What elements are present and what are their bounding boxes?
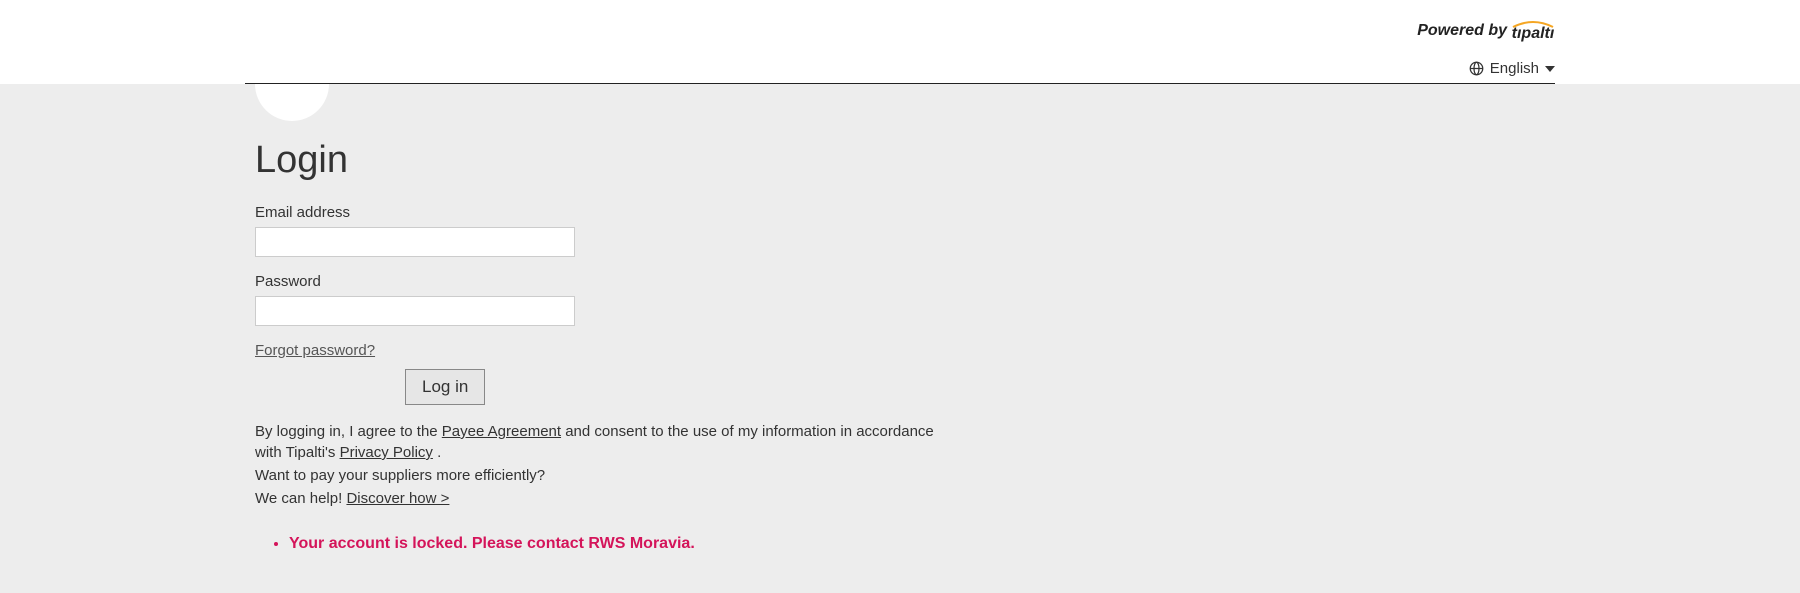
legal-consent: By logging in, I agree to the Payee Agre… — [255, 421, 955, 463]
top-bar: Powered by tıpaltı — [0, 0, 1800, 52]
globe-icon — [1469, 61, 1484, 76]
content-wrap: Login Email address Password Forgot pass… — [0, 84, 1800, 593]
discover-how-link[interactable]: Discover how > — [346, 490, 449, 507]
language-bar: English — [0, 52, 1800, 83]
powered-by-label: Powered by tıpaltı — [1417, 20, 1555, 42]
caret-down-icon — [1545, 66, 1555, 72]
avatar-placeholder — [255, 84, 329, 121]
legal-prefix: By logging in, I agree to the — [255, 423, 442, 440]
login-button[interactable]: Log in — [405, 369, 485, 405]
legal-suffix: . — [437, 444, 441, 461]
suppliers-line: Want to pay your suppliers more efficien… — [255, 465, 955, 486]
email-input[interactable] — [255, 227, 575, 257]
help-prefix: We can help! — [255, 490, 346, 507]
login-form: Email address Password Forgot password? … — [255, 204, 955, 553]
email-label: Email address — [255, 204, 955, 221]
privacy-policy-link[interactable]: Privacy Policy — [340, 444, 433, 461]
forgot-password-link[interactable]: Forgot password? — [255, 342, 375, 359]
language-selector[interactable]: English — [1469, 60, 1555, 77]
account-locked-error: Your account is locked. Please contact R… — [289, 535, 955, 553]
payee-agreement-link[interactable]: Payee Agreement — [442, 423, 561, 440]
language-label: English — [1490, 60, 1539, 77]
powered-by-text: Powered by — [1417, 22, 1507, 40]
page-title: Login — [255, 139, 1545, 182]
brand-name: tıpaltı — [1512, 26, 1555, 42]
password-input[interactable] — [255, 296, 575, 326]
error-list: Your account is locked. Please contact R… — [255, 535, 955, 553]
password-label: Password — [255, 273, 955, 290]
help-line: We can help! Discover how > — [255, 488, 955, 509]
brand-logo: tıpaltı — [1511, 20, 1555, 42]
